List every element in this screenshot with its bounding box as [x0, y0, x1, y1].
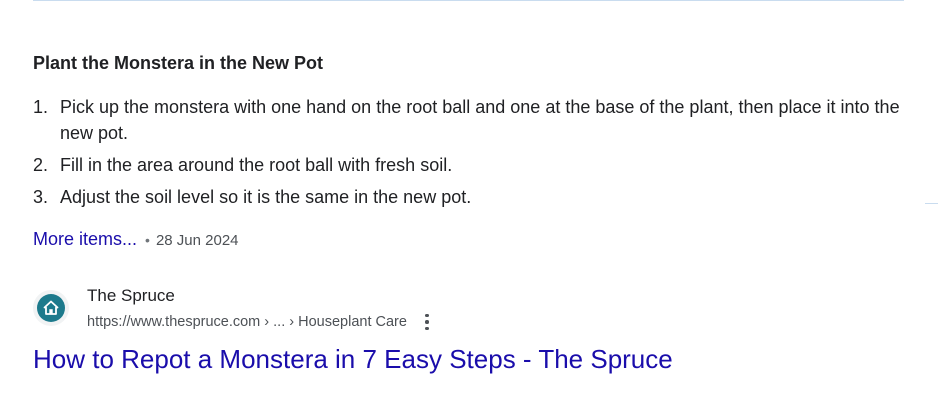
step-number: 3. — [33, 187, 49, 207]
separator-dot: • — [145, 232, 150, 248]
more-vert-icon[interactable] — [421, 312, 433, 332]
divider-right — [925, 203, 938, 204]
snippet-date: 28 Jun 2024 — [155, 232, 239, 249]
step-number: 1. — [33, 97, 49, 117]
list-item: 3. Adjust the soil level so it is the sa… — [33, 184, 903, 210]
step-text: Fill in the area around the root ball wi… — [60, 155, 453, 175]
site-url[interactable]: https://www.thespruce.com › ... › Housep… — [87, 312, 407, 332]
more-items-link[interactable]: More items... — [33, 228, 137, 250]
result-title-link[interactable]: How to Repot a Monstera in 7 Easy Steps … — [33, 342, 673, 376]
house-icon — [37, 294, 65, 322]
more-items-row: More items... • 28 Jun 2024 — [33, 228, 239, 252]
site-favicon[interactable] — [33, 290, 69, 326]
site-url-row: https://www.thespruce.com › ... › Housep… — [87, 312, 433, 332]
snippet-heading: Plant the Monstera in the New Pot — [33, 53, 324, 73]
divider — [33, 0, 904, 1]
site-name[interactable]: The Spruce — [87, 285, 175, 307]
search-results-page: Plant the Monstera in the New Pot 1. Pic… — [0, 0, 938, 408]
step-number: 2. — [33, 155, 49, 175]
list-item: 2. Fill in the area around the root ball… — [33, 152, 903, 178]
step-text: Pick up the monstera with one hand on th… — [60, 97, 900, 143]
steps-list: 1. Pick up the monstera with one hand on… — [33, 94, 903, 216]
list-item: 1. Pick up the monstera with one hand on… — [33, 94, 903, 146]
step-text: Adjust the soil level so it is the same … — [60, 187, 472, 207]
